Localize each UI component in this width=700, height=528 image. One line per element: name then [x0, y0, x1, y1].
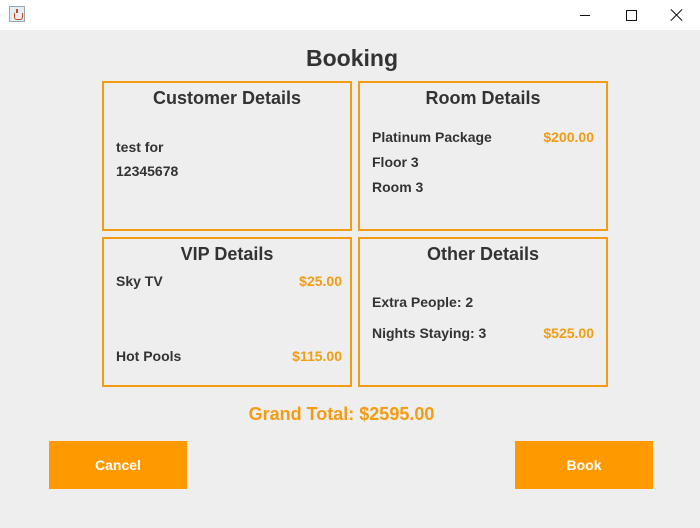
book-button[interactable]: Book: [515, 441, 653, 489]
minimize-icon: [580, 14, 590, 16]
customer-details-title: Customer Details: [152, 88, 302, 108]
room-details-title: Room Details: [425, 88, 541, 108]
nights-price: $525.00: [543, 325, 594, 341]
maximize-button[interactable]: [608, 0, 654, 30]
room-number: Room 3: [372, 179, 424, 195]
close-button[interactable]: [654, 0, 700, 30]
nights-staying: Nights Staying: 3: [372, 325, 487, 341]
room-details-panel: Room Details Platinum Package $200.00 Fl…: [358, 81, 608, 231]
room-floor: Floor 3: [372, 154, 419, 170]
page-title: Booking: [306, 45, 398, 71]
java-coffee-icon: [9, 6, 25, 22]
close-icon: [671, 9, 683, 21]
customer-name: test for: [116, 139, 164, 155]
room-package: Platinum Package: [372, 129, 492, 145]
extra-people: Extra People: 2: [372, 294, 474, 310]
maximize-icon: [625, 9, 637, 21]
other-details-panel: Other Details Extra People: 2 Nights Sta…: [358, 237, 608, 387]
grand-total: Grand Total: $2595.00: [248, 404, 435, 424]
vip-details-title: VIP Details: [180, 244, 274, 264]
other-details-title: Other Details: [426, 244, 540, 264]
minimize-button[interactable]: [562, 0, 608, 30]
room-package-price: $200.00: [543, 129, 594, 145]
vip-item-label: Hot Pools: [116, 348, 182, 364]
vip-item-label: Sky TV: [116, 273, 163, 289]
vip-details-panel: VIP Details Sky TV $25.00 Hot Pools $115…: [102, 237, 352, 387]
title-bar: [0, 0, 700, 30]
cancel-button[interactable]: Cancel: [49, 441, 187, 489]
customer-phone: 12345678: [116, 163, 179, 179]
vip-item-price: $115.00: [292, 348, 342, 364]
vip-item-price: $25.00: [299, 273, 342, 289]
customer-details-panel: Customer Details test for 12345678: [102, 81, 352, 231]
